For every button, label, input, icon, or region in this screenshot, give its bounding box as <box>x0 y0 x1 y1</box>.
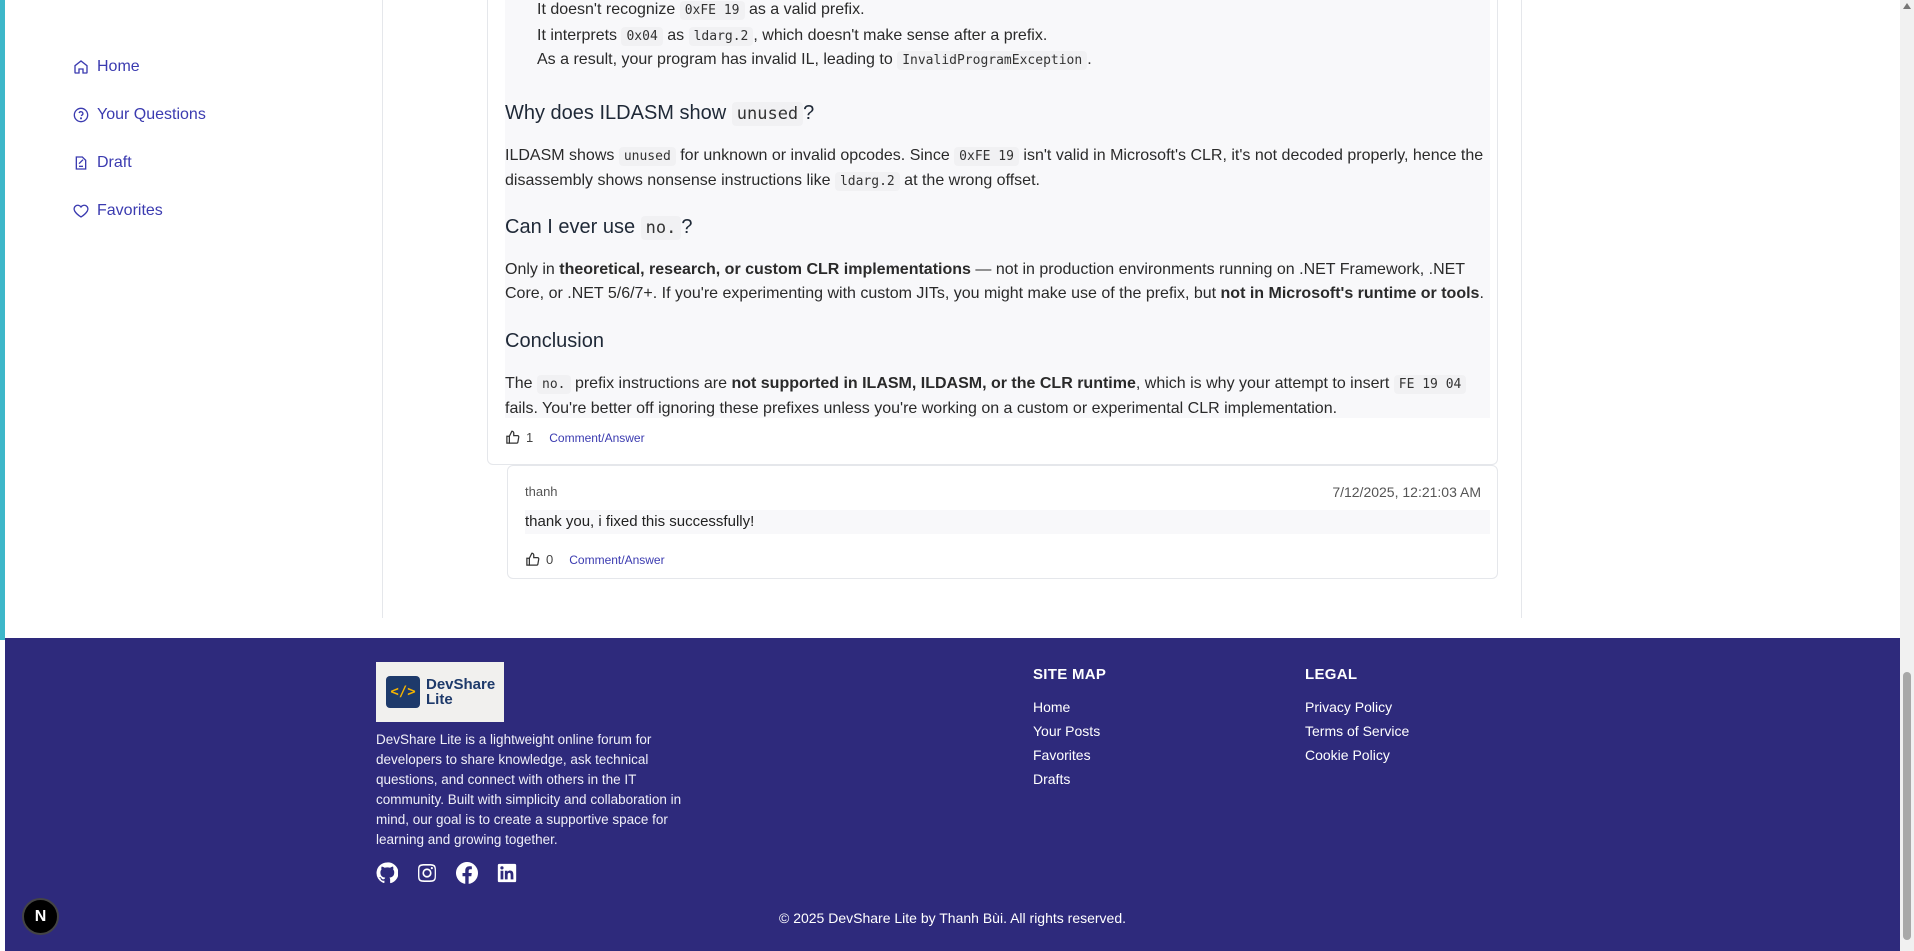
heading-conclusion: Conclusion <box>505 330 604 352</box>
footer-link-your-posts[interactable]: Your Posts <box>1033 719 1106 743</box>
footer-link-home[interactable]: Home <box>1033 695 1106 719</box>
heart-icon <box>73 204 89 218</box>
facebook-icon[interactable] <box>456 862 478 884</box>
like-count: 1 <box>526 430 534 445</box>
comment-answer-link[interactable]: Comment/Answer <box>569 553 664 567</box>
paragraph-conclusion: The no. prefix instructions are not supp… <box>505 372 1490 421</box>
comment-body: thank you, i fixed this successfully! <box>525 510 1490 534</box>
draft-icon <box>75 156 87 170</box>
nextjs-dev-badge[interactable]: N <box>22 898 59 935</box>
legal-title: LEGAL <box>1305 666 1358 683</box>
sitemap-title: SITE MAP <box>1033 666 1107 683</box>
social-links <box>376 862 518 884</box>
footer-description: DevShare Lite is a lightweight online fo… <box>376 732 682 847</box>
home-icon <box>74 60 88 74</box>
answer-actions: 1 Comment/Answer <box>505 430 645 445</box>
logo-line-2: Lite <box>426 691 453 708</box>
sidebar-item-label: Favorites <box>97 202 163 219</box>
instagram-icon[interactable] <box>416 862 438 884</box>
sidebar-item-label: Your Questions <box>97 106 206 123</box>
footer-link-terms-of-service[interactable]: Terms of Service <box>1305 719 1409 743</box>
answer-card: It doesn't recognize 0xFE 19 as a valid … <box>487 0 1498 465</box>
thumbs-up-icon[interactable] <box>505 430 520 445</box>
scroll-up-arrow-icon[interactable] <box>1903 3 1911 9</box>
scrollbar-thumb[interactable] <box>1903 672 1911 940</box>
sidebar-item-your-questions[interactable]: Your Questions <box>73 106 206 124</box>
sidebar: Home Your Questions Draft Favorites <box>5 0 383 618</box>
footer-link-privacy-policy[interactable]: Privacy Policy <box>1305 695 1409 719</box>
github-icon[interactable] <box>376 862 398 884</box>
sidebar-item-label: Draft <box>97 154 132 171</box>
paragraph-can-use: Only in theoretical, research, or custom… <box>505 261 1484 302</box>
comment-card: thanh 7/12/2025, 12:21:03 AM thank you, … <box>507 465 1498 579</box>
question-circle-icon <box>73 107 89 123</box>
footer-legal: LEGAL Privacy Policy Terms of Service Co… <box>1305 666 1409 767</box>
scrollbar[interactable] <box>1900 0 1914 951</box>
comment-timestamp: 7/12/2025, 12:21:03 AM <box>1332 484 1481 500</box>
footer-link-cookie-policy[interactable]: Cookie Policy <box>1305 743 1409 767</box>
list-item: As a result, your program has invalid IL… <box>537 51 1092 70</box>
sidebar-item-label: Home <box>97 58 140 75</box>
comment-answer-link[interactable]: Comment/Answer <box>549 431 644 445</box>
footer: </> DevShare Lite DevShare Lite is a lig… <box>5 638 1900 951</box>
comment-actions: 0 Comment/Answer <box>525 552 665 567</box>
footer-link-drafts[interactable]: Drafts <box>1033 767 1106 791</box>
footer-link-favorites[interactable]: Favorites <box>1033 743 1106 767</box>
heading-can-use: Can I ever use no.? <box>505 216 693 240</box>
linkedin-icon[interactable] <box>496 862 518 884</box>
column-divider <box>1521 0 1522 618</box>
copyright: © 2025 DevShare Lite by Thanh Bùi. All r… <box>778 910 1127 926</box>
paragraph-unused: ILDASM shows unused for unknown or inval… <box>505 147 1484 191</box>
heading-unused: Why does ILDASM show unused? <box>505 102 815 126</box>
thumbs-up-icon[interactable] <box>525 552 540 567</box>
like-count: 0 <box>546 552 554 567</box>
sidebar-item-home[interactable]: Home <box>73 58 140 76</box>
logo-line-1: DevShare <box>426 676 496 693</box>
sidebar-item-draft[interactable]: Draft <box>73 154 132 172</box>
logo[interactable]: </> DevShare Lite <box>376 662 504 722</box>
sidebar-item-favorites[interactable]: Favorites <box>73 202 163 220</box>
code-brackets-icon: </> <box>386 676 420 708</box>
list-item: It interprets 0x04 as ldarg.2, which doe… <box>537 27 1048 46</box>
comment-author: thanh <box>525 484 558 499</box>
footer-sitemap: SITE MAP Home Your Posts Favorites Draft… <box>1033 666 1106 791</box>
list-item: It doesn't recognize 0xFE 19 as a valid … <box>537 1 865 20</box>
